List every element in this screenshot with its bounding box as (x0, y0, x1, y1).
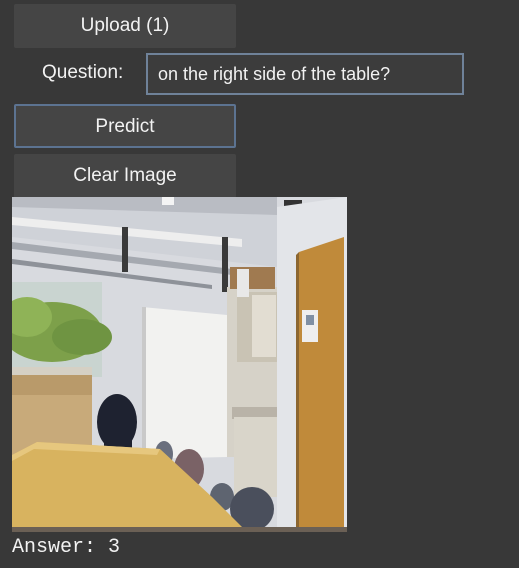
vqa-app: Upload (1) Question: Predict Clear Image (0, 0, 519, 568)
clear-image-button[interactable]: Clear Image (14, 154, 236, 198)
question-input[interactable] (146, 53, 464, 95)
answer-text: Answer: 3 (12, 536, 121, 559)
predict-button[interactable]: Predict (14, 104, 236, 148)
uploaded-photo (12, 197, 347, 532)
question-label: Question: (42, 62, 124, 83)
upload-button[interactable]: Upload (1) (14, 4, 236, 48)
